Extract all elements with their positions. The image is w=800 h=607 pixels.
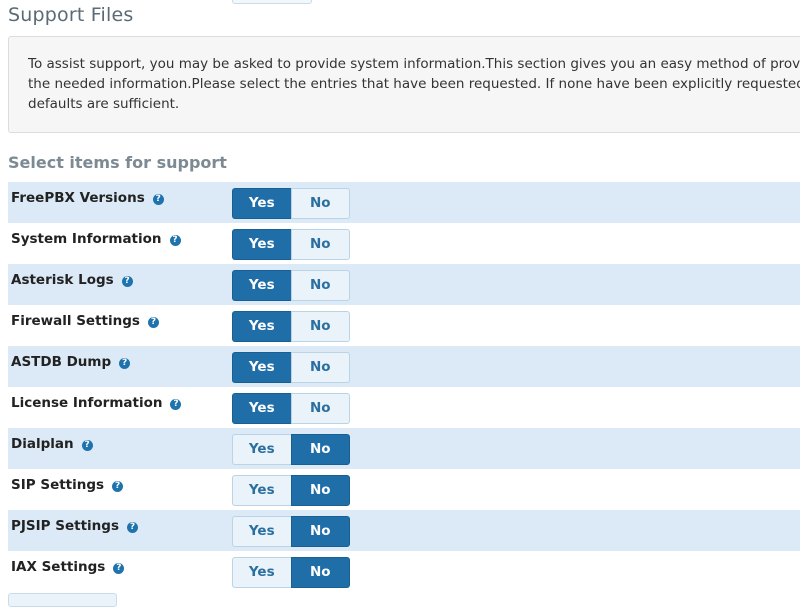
no-option[interactable]: No xyxy=(290,311,350,342)
support-item-label-text: ASTDB Dump xyxy=(11,354,112,370)
yes-option[interactable]: Yes xyxy=(232,434,291,465)
no-option[interactable]: No xyxy=(290,516,350,547)
no-option[interactable]: No xyxy=(290,188,350,219)
help-icon[interactable]: ? xyxy=(81,440,93,451)
help-icon[interactable]: ? xyxy=(121,276,133,287)
info-text: To assist support, you may be asked to p… xyxy=(28,56,800,112)
yes-no-toggle: Yes No xyxy=(232,270,350,301)
bottom-partial-button[interactable] xyxy=(8,593,117,607)
yes-option[interactable]: Yes xyxy=(232,557,291,588)
support-item-label-text: SIP Settings xyxy=(11,477,105,493)
help-icon[interactable]: ? xyxy=(112,481,124,492)
support-item-row: FreePBX Versions? Yes No xyxy=(8,182,800,223)
support-item-label-text: System Information xyxy=(11,231,162,247)
support-item-row: IAX Settings? Yes No xyxy=(8,551,800,592)
support-item-label: License Information? xyxy=(11,395,182,411)
no-option[interactable]: No xyxy=(290,475,350,506)
support-item-label: SIP Settings? xyxy=(11,477,124,493)
yes-no-toggle: Yes No xyxy=(232,516,350,547)
support-item-row: SIP Settings? Yes No xyxy=(8,469,800,510)
support-item-label-text: Firewall Settings xyxy=(11,313,140,329)
help-icon[interactable]: ? xyxy=(169,235,181,246)
support-item-row: PJSIP Settings? Yes No xyxy=(8,510,800,551)
support-items-list: FreePBX Versions? Yes No System Information… xyxy=(8,182,800,592)
yes-option[interactable]: Yes xyxy=(232,352,291,383)
support-item-label: IAX Settings? xyxy=(11,559,125,575)
section-subheading: Select items for support xyxy=(8,153,227,172)
top-partial-button[interactable] xyxy=(232,0,312,4)
yes-no-toggle: Yes No xyxy=(232,311,350,342)
support-item-label: ASTDB Dump? xyxy=(11,354,131,370)
support-item-label-text: License Information xyxy=(11,395,163,411)
support-item-label-text: PJSIP Settings xyxy=(11,518,119,534)
yes-no-toggle: Yes No xyxy=(232,557,350,588)
support-item-label: PJSIP Settings? xyxy=(11,518,138,534)
support-item-row: Asterisk Logs? Yes No xyxy=(8,264,800,305)
page-title: Support Files xyxy=(8,4,134,26)
support-item-row: ASTDB Dump? Yes No xyxy=(8,346,800,387)
yes-no-toggle: Yes No xyxy=(232,188,350,219)
support-item-label-text: Asterisk Logs xyxy=(11,272,114,288)
no-option[interactable]: No xyxy=(290,270,350,301)
support-item-label: Asterisk Logs? xyxy=(11,272,133,288)
yes-no-toggle: Yes No xyxy=(232,352,350,383)
no-option[interactable]: No xyxy=(290,229,350,260)
yes-option[interactable]: Yes xyxy=(232,475,291,506)
yes-option[interactable]: Yes xyxy=(232,188,291,219)
support-item-row: Dialplan? Yes No xyxy=(8,428,800,469)
no-option[interactable]: No xyxy=(290,557,350,588)
yes-no-toggle: Yes No xyxy=(232,475,350,506)
support-item-row: License Information? Yes No xyxy=(8,387,800,428)
help-icon[interactable]: ? xyxy=(126,522,138,533)
yes-no-toggle: Yes No xyxy=(232,393,350,424)
yes-no-toggle: Yes No xyxy=(232,434,350,465)
support-item-row: Firewall Settings? Yes No xyxy=(8,305,800,346)
support-item-label-text: IAX Settings xyxy=(11,559,106,575)
help-icon[interactable]: ? xyxy=(113,563,125,574)
support-item-label-text: Dialplan xyxy=(11,436,74,452)
support-item-row: System Information? Yes No xyxy=(8,223,800,264)
yes-no-toggle: Yes No xyxy=(232,229,350,260)
help-icon[interactable]: ? xyxy=(152,194,164,205)
yes-option[interactable]: Yes xyxy=(232,311,291,342)
yes-option[interactable]: Yes xyxy=(232,393,291,424)
support-item-label: System Information? xyxy=(11,231,181,247)
support-item-label: Firewall Settings? xyxy=(11,313,159,329)
no-option[interactable]: No xyxy=(290,352,350,383)
help-icon[interactable]: ? xyxy=(170,399,182,410)
support-item-label-text: FreePBX Versions xyxy=(11,190,145,206)
info-box: To assist support, you may be asked to p… xyxy=(8,36,800,133)
help-icon[interactable]: ? xyxy=(119,358,131,369)
yes-option[interactable]: Yes xyxy=(232,229,291,260)
help-icon[interactable]: ? xyxy=(147,317,159,328)
yes-option[interactable]: Yes xyxy=(232,516,291,547)
yes-option[interactable]: Yes xyxy=(232,270,291,301)
support-item-label: FreePBX Versions? xyxy=(11,190,164,206)
no-option[interactable]: No xyxy=(290,434,350,465)
support-item-label: Dialplan? xyxy=(11,436,93,452)
no-option[interactable]: No xyxy=(290,393,350,424)
